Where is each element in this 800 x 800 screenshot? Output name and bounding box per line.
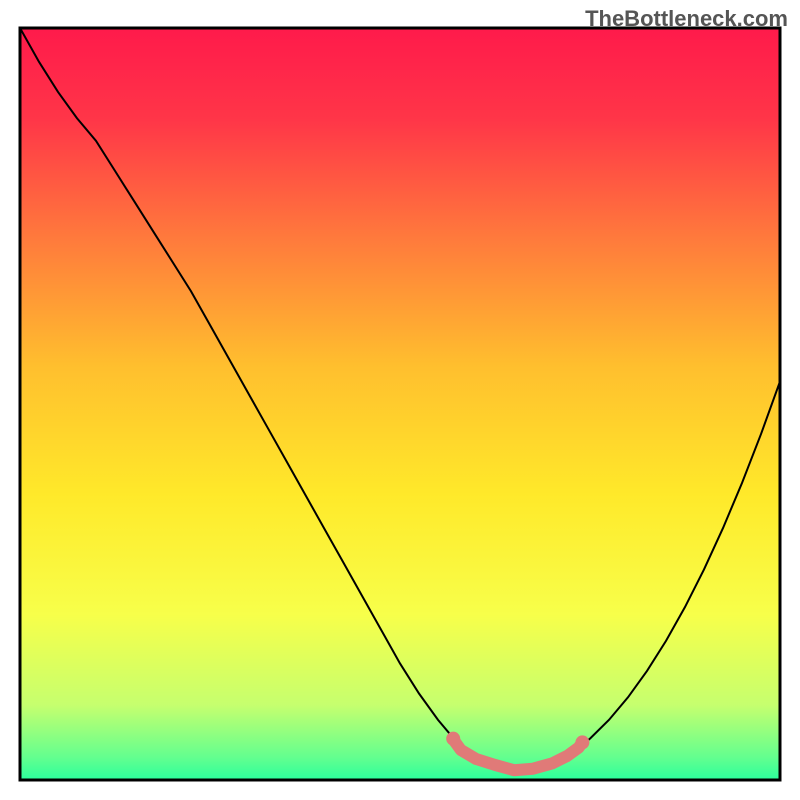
gradient-background — [20, 28, 780, 780]
highlight-dot-right — [575, 735, 589, 749]
highlight-dot-left — [446, 732, 460, 746]
watermark-text: TheBottleneck.com — [585, 6, 788, 32]
bottleneck-chart — [0, 0, 800, 800]
chart-container: TheBottleneck.com — [0, 0, 800, 800]
